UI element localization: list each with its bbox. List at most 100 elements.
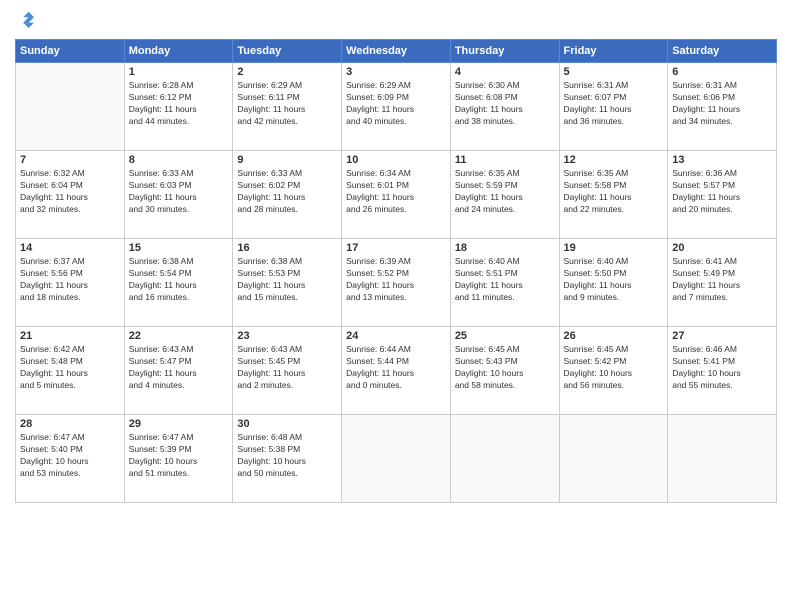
day-info: Sunrise: 6:40 AM Sunset: 5:51 PM Dayligh… bbox=[455, 256, 555, 304]
day-info: Sunrise: 6:40 AM Sunset: 5:50 PM Dayligh… bbox=[564, 256, 664, 304]
calendar-cell: 12Sunrise: 6:35 AM Sunset: 5:58 PM Dayli… bbox=[559, 151, 668, 239]
weekday-header-tuesday: Tuesday bbox=[233, 40, 342, 63]
day-info: Sunrise: 6:29 AM Sunset: 6:09 PM Dayligh… bbox=[346, 80, 446, 128]
logo bbox=[15, 10, 37, 33]
day-info: Sunrise: 6:30 AM Sunset: 6:08 PM Dayligh… bbox=[455, 80, 555, 128]
calendar-cell: 10Sunrise: 6:34 AM Sunset: 6:01 PM Dayli… bbox=[342, 151, 451, 239]
day-info: Sunrise: 6:44 AM Sunset: 5:44 PM Dayligh… bbox=[346, 344, 446, 392]
calendar-cell: 25 Sunrise: 6:45 AM Sunset: 5:43 PM Dayli… bbox=[450, 327, 559, 415]
calendar-cell: 4Sunrise: 6:30 AM Sunset: 6:08 PM Daylig… bbox=[450, 63, 559, 151]
header bbox=[15, 10, 777, 33]
calendar-cell: 21 Sunrise: 6:42 AM Sunset: 5:48 PM Dayli… bbox=[16, 327, 125, 415]
day-number: 3 bbox=[346, 66, 446, 78]
day-number: 11 bbox=[455, 154, 555, 166]
calendar-cell: 29 Sunrise: 6:47 AM Sunset: 5:39 PM Dayli… bbox=[124, 415, 233, 503]
weekday-header-row: SundayMondayTuesdayWednesdayThursdayFrid… bbox=[16, 40, 777, 63]
calendar-cell bbox=[450, 415, 559, 503]
calendar-cell: 5 Sunrise: 6:31 AM Sunset: 6:07 PM Daylig… bbox=[559, 63, 668, 151]
weekday-header-thursday: Thursday bbox=[450, 40, 559, 63]
day-info: Sunrise: 6:41 AM Sunset: 5:49 PM Dayligh… bbox=[672, 256, 772, 304]
calendar-cell: 13 Sunrise: 6:36 AM Sunset: 5:57 PM Dayli… bbox=[668, 151, 777, 239]
day-number: 23 bbox=[237, 330, 337, 342]
day-number: 15 bbox=[129, 242, 229, 254]
day-number: 13 bbox=[672, 154, 772, 166]
day-info: Sunrise: 6:43 AM Sunset: 5:45 PM Dayligh… bbox=[237, 344, 337, 392]
calendar-cell: 14Sunrise: 6:37 AM Sunset: 5:56 PM Dayli… bbox=[16, 239, 125, 327]
day-info: Sunrise: 6:47 AM Sunset: 5:40 PM Dayligh… bbox=[20, 432, 120, 480]
calendar-cell: 26 Sunrise: 6:45 AM Sunset: 5:42 PM Dayli… bbox=[559, 327, 668, 415]
day-number: 16 bbox=[237, 242, 337, 254]
day-number: 9 bbox=[237, 154, 337, 166]
calendar-cell: 8Sunrise: 6:33 AM Sunset: 6:03 PM Daylig… bbox=[124, 151, 233, 239]
day-number: 18 bbox=[455, 242, 555, 254]
day-number: 26 bbox=[564, 330, 664, 342]
day-info: Sunrise: 6:35 AM Sunset: 5:59 PM Dayligh… bbox=[455, 168, 555, 216]
day-info: Sunrise: 6:28 AM Sunset: 6:12 PM Dayligh… bbox=[129, 80, 229, 128]
day-info: Sunrise: 6:32 AM Sunset: 6:04 PM Dayligh… bbox=[20, 168, 120, 216]
day-number: 27 bbox=[672, 330, 772, 342]
calendar-cell: 3 Sunrise: 6:29 AM Sunset: 6:09 PM Daylig… bbox=[342, 63, 451, 151]
day-number: 7 bbox=[20, 154, 120, 166]
weekday-header-sunday: Sunday bbox=[16, 40, 125, 63]
day-number: 1 bbox=[129, 66, 229, 78]
weekday-header-wednesday: Wednesday bbox=[342, 40, 451, 63]
day-info: Sunrise: 6:38 AM Sunset: 5:53 PM Dayligh… bbox=[237, 256, 337, 304]
day-info: Sunrise: 6:31 AM Sunset: 6:06 PM Dayligh… bbox=[672, 80, 772, 128]
calendar-cell: 22 Sunrise: 6:43 AM Sunset: 5:47 PM Dayli… bbox=[124, 327, 233, 415]
day-number: 20 bbox=[672, 242, 772, 254]
day-number: 22 bbox=[129, 330, 229, 342]
calendar-cell bbox=[342, 415, 451, 503]
calendar-cell: 30Sunrise: 6:48 AM Sunset: 5:38 PM Dayli… bbox=[233, 415, 342, 503]
day-info: Sunrise: 6:47 AM Sunset: 5:39 PM Dayligh… bbox=[129, 432, 229, 480]
calendar-cell: 15 Sunrise: 6:38 AM Sunset: 5:54 PM Dayli… bbox=[124, 239, 233, 327]
day-number: 25 bbox=[455, 330, 555, 342]
calendar-cell: 19Sunrise: 6:40 AM Sunset: 5:50 PM Dayli… bbox=[559, 239, 668, 327]
day-number: 28 bbox=[20, 418, 120, 430]
calendar-cell: 18 Sunrise: 6:40 AM Sunset: 5:51 PM Dayli… bbox=[450, 239, 559, 327]
day-info: Sunrise: 6:42 AM Sunset: 5:48 PM Dayligh… bbox=[20, 344, 120, 392]
calendar-cell: 2Sunrise: 6:29 AM Sunset: 6:11 PM Daylig… bbox=[233, 63, 342, 151]
day-info: Sunrise: 6:45 AM Sunset: 5:42 PM Dayligh… bbox=[564, 344, 664, 392]
day-number: 6 bbox=[672, 66, 772, 78]
calendar-cell: 9 Sunrise: 6:33 AM Sunset: 6:02 PM Daylig… bbox=[233, 151, 342, 239]
calendar-week-row: 14Sunrise: 6:37 AM Sunset: 5:56 PM Dayli… bbox=[16, 239, 777, 327]
calendar-cell: 6 Sunrise: 6:31 AM Sunset: 6:06 PM Daylig… bbox=[668, 63, 777, 151]
day-info: Sunrise: 6:43 AM Sunset: 5:47 PM Dayligh… bbox=[129, 344, 229, 392]
day-info: Sunrise: 6:29 AM Sunset: 6:11 PM Dayligh… bbox=[237, 80, 337, 128]
day-info: Sunrise: 6:33 AM Sunset: 6:02 PM Dayligh… bbox=[237, 168, 337, 216]
calendar-week-row: 1 Sunrise: 6:28 AM Sunset: 6:12 PM Daylig… bbox=[16, 63, 777, 151]
weekday-header-friday: Friday bbox=[559, 40, 668, 63]
calendar-week-row: 21 Sunrise: 6:42 AM Sunset: 5:48 PM Dayli… bbox=[16, 327, 777, 415]
day-info: Sunrise: 6:48 AM Sunset: 5:38 PM Dayligh… bbox=[237, 432, 337, 480]
calendar-cell: 27 Sunrise: 6:46 AM Sunset: 5:41 PM Dayli… bbox=[668, 327, 777, 415]
calendar-cell bbox=[559, 415, 668, 503]
calendar: SundayMondayTuesdayWednesdayThursdayFrid… bbox=[15, 39, 777, 503]
day-number: 14 bbox=[20, 242, 120, 254]
day-info: Sunrise: 6:46 AM Sunset: 5:41 PM Dayligh… bbox=[672, 344, 772, 392]
day-info: Sunrise: 6:45 AM Sunset: 5:43 PM Dayligh… bbox=[455, 344, 555, 392]
day-number: 29 bbox=[129, 418, 229, 430]
weekday-header-saturday: Saturday bbox=[668, 40, 777, 63]
calendar-cell: 24 Sunrise: 6:44 AM Sunset: 5:44 PM Dayli… bbox=[342, 327, 451, 415]
calendar-cell bbox=[668, 415, 777, 503]
calendar-cell: 20 Sunrise: 6:41 AM Sunset: 5:49 PM Dayli… bbox=[668, 239, 777, 327]
day-info: Sunrise: 6:39 AM Sunset: 5:52 PM Dayligh… bbox=[346, 256, 446, 304]
weekday-header-monday: Monday bbox=[124, 40, 233, 63]
calendar-cell: 11 Sunrise: 6:35 AM Sunset: 5:59 PM Dayli… bbox=[450, 151, 559, 239]
calendar-cell: 16 Sunrise: 6:38 AM Sunset: 5:53 PM Dayli… bbox=[233, 239, 342, 327]
calendar-cell: 17Sunrise: 6:39 AM Sunset: 5:52 PM Dayli… bbox=[342, 239, 451, 327]
day-info: Sunrise: 6:33 AM Sunset: 6:03 PM Dayligh… bbox=[129, 168, 229, 216]
calendar-week-row: 28 Sunrise: 6:47 AM Sunset: 5:40 PM Dayli… bbox=[16, 415, 777, 503]
day-number: 12 bbox=[564, 154, 664, 166]
day-info: Sunrise: 6:38 AM Sunset: 5:54 PM Dayligh… bbox=[129, 256, 229, 304]
day-info: Sunrise: 6:36 AM Sunset: 5:57 PM Dayligh… bbox=[672, 168, 772, 216]
day-number: 24 bbox=[346, 330, 446, 342]
day-number: 5 bbox=[564, 66, 664, 78]
calendar-cell: 1 Sunrise: 6:28 AM Sunset: 6:12 PM Daylig… bbox=[124, 63, 233, 151]
day-number: 21 bbox=[20, 330, 120, 342]
calendar-week-row: 7 Sunrise: 6:32 AM Sunset: 6:04 PM Daylig… bbox=[16, 151, 777, 239]
calendar-cell: 23 Sunrise: 6:43 AM Sunset: 5:45 PM Dayli… bbox=[233, 327, 342, 415]
day-info: Sunrise: 6:31 AM Sunset: 6:07 PM Dayligh… bbox=[564, 80, 664, 128]
page: SundayMondayTuesdayWednesdayThursdayFrid… bbox=[0, 0, 792, 612]
calendar-cell: 7 Sunrise: 6:32 AM Sunset: 6:04 PM Daylig… bbox=[16, 151, 125, 239]
